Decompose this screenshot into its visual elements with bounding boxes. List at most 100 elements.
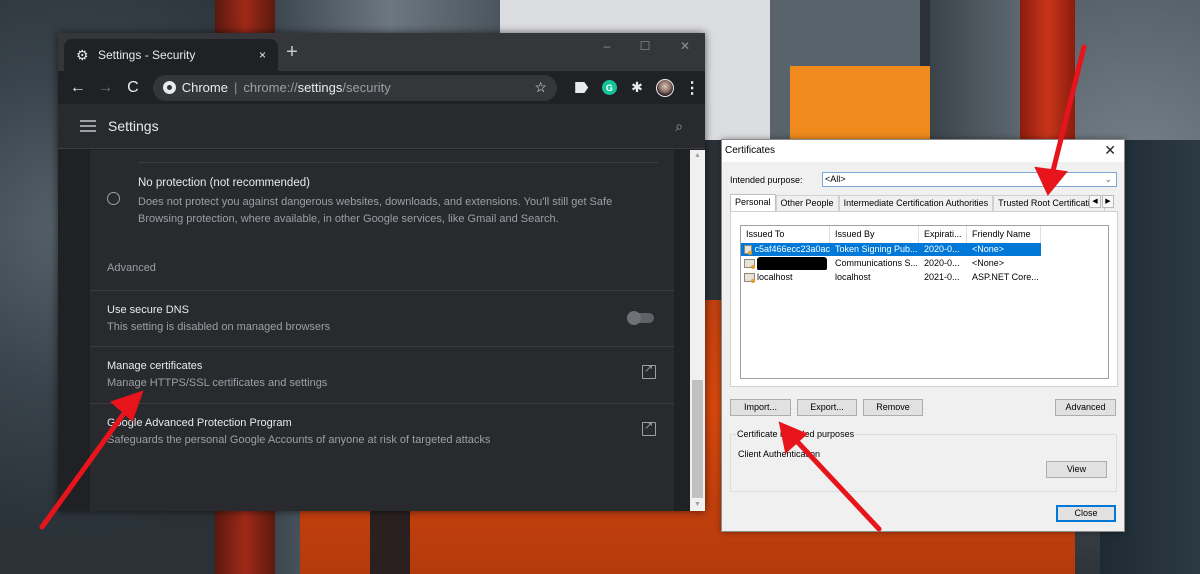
tab-intermediate-ca[interactable]: Intermediate Certification Authorities — [838, 195, 994, 211]
tab-scroll-right-icon[interactable]: ▶ — [1102, 195, 1114, 208]
settings-header: Settings ⌕ — [58, 104, 705, 149]
intended-purposes-value: Client Authentication — [738, 449, 821, 459]
dialog-title: Certificates — [725, 145, 776, 156]
expiration: 2020-0... — [924, 244, 960, 254]
issued-to: localhost — [757, 272, 793, 282]
tab-title: Settings - Security — [98, 48, 196, 62]
search-icon[interactable]: ⌕ — [675, 118, 683, 135]
tab-settings-security[interactable]: ⚙ Settings - Security × — [64, 39, 278, 71]
row-subtitle: Safeguards the personal Google Accounts … — [107, 434, 491, 446]
advanced-button[interactable]: Advanced — [1055, 399, 1116, 416]
secure-dns-toggle[interactable] — [627, 311, 654, 325]
row-subtitle: Manage HTTPS/SSL certificates and settin… — [107, 377, 328, 389]
certificate-icon — [744, 273, 755, 283]
redacted-block — [757, 257, 827, 270]
open-in-new-icon[interactable] — [642, 362, 656, 379]
column-friendly-name[interactable]: Friendly Name — [967, 226, 1041, 243]
certificate-icon — [744, 245, 753, 255]
tab-other-people[interactable]: Other People — [775, 195, 839, 211]
bookmark-star-icon[interactable]: ☆ — [534, 79, 547, 96]
settings-content: No protection (not recommended) Does not… — [58, 150, 705, 511]
expiration: 2020-0... — [924, 258, 960, 268]
friendly-name: ASP.NET Core... — [972, 272, 1039, 282]
issued-by: Token Signing Pub... — [835, 244, 918, 254]
profile-button[interactable] — [652, 75, 678, 101]
row-title: Manage certificates — [107, 360, 203, 372]
security-card: No protection (not recommended) Does not… — [90, 150, 674, 511]
gear-icon: ⚙ — [76, 47, 89, 63]
setting-secure-dns: Use secure DNS This setting is disabled … — [90, 290, 674, 346]
group-label: Certificate intended purposes — [736, 429, 856, 439]
url-host: settings — [297, 80, 343, 95]
chrome-titlebar[interactable]: ⚙ Settings - Security × + – ☐ ✕ — [58, 33, 705, 71]
tab-close-icon[interactable]: × — [259, 48, 266, 62]
export-button[interactable]: Export... — [797, 399, 857, 416]
hamburger-menu-icon[interactable] — [80, 120, 96, 132]
remove-button[interactable]: Remove — [863, 399, 923, 416]
list-item[interactable]: Communications S... 2020-0... <None> — [741, 257, 1041, 270]
close-button[interactable]: Close — [1056, 505, 1116, 522]
wallpaper-dark-steel — [930, 0, 1020, 140]
back-arrow-icon[interactable]: ← — [64, 74, 92, 102]
url-path: /security — [342, 80, 391, 95]
page-title: Settings — [108, 118, 159, 134]
expiration: 2021-0... — [924, 272, 960, 282]
page-scrollbar[interactable]: ▲ ▼ — [690, 150, 705, 511]
reload-icon[interactable]: C — [119, 74, 147, 102]
radio-button[interactable] — [107, 192, 120, 205]
view-button[interactable]: View — [1046, 461, 1107, 478]
chrome-site-icon — [162, 81, 176, 94]
row-subtitle: This setting is disabled on managed brow… — [107, 321, 331, 333]
chrome-toolbar: ← → C Chrome | chrome://settings/securit… — [58, 71, 705, 104]
scroll-down-arrow-icon[interactable]: ▼ — [690, 499, 705, 511]
tag-icon — [575, 82, 589, 93]
wallpaper-orange-panel — [790, 66, 930, 140]
column-expiration[interactable]: Expirati... — [919, 226, 967, 243]
column-issued-by[interactable]: Issued By — [830, 226, 919, 243]
setting-advanced-protection[interactable]: Google Advanced Protection Program Safeg… — [90, 403, 674, 459]
radio-title: No protection (not recommended) — [138, 177, 310, 189]
issued-by: Communications S... — [835, 258, 919, 268]
import-button[interactable]: Import... — [730, 399, 791, 416]
row-title: Use secure DNS — [107, 304, 189, 316]
certificate-icon — [744, 259, 755, 269]
friendly-name: <None> — [972, 258, 1005, 268]
site-name: Chrome — [181, 80, 228, 95]
extension-tag-button[interactable] — [569, 75, 595, 101]
open-in-new-icon[interactable] — [642, 419, 656, 436]
section-advanced-label: Advanced — [107, 262, 156, 274]
intended-purpose-select[interactable]: <All> ⌄ — [822, 172, 1117, 187]
url-prefix: chrome:// — [243, 80, 298, 95]
chrome-menu-button[interactable]: ⋮ — [679, 75, 705, 101]
certificate-list[interactable]: Issued To Issued By Expirati... Friendly… — [740, 225, 1109, 379]
setting-manage-certificates[interactable]: Manage certificates Manage HTTPS/SSL cer… — [90, 346, 674, 402]
list-header: Issued To Issued By Expirati... Friendly… — [741, 226, 1041, 243]
issued-to: c5af466ecc23a0ac — [754, 244, 830, 254]
scrollbar-thumb[interactable] — [692, 380, 703, 498]
extension-grammarly-button[interactable]: G — [597, 75, 623, 101]
extensions-button[interactable]: ✱ — [624, 75, 650, 101]
issued-by: localhost — [835, 272, 871, 282]
wallpaper-red-door — [1020, 0, 1075, 140]
maximize-button[interactable]: ☐ — [630, 39, 660, 53]
minimize-button[interactable]: – — [592, 39, 622, 53]
list-item[interactable]: c5af466ecc23a0ac Token Signing Pub... 20… — [741, 243, 1041, 256]
omnibox-separator: | — [233, 80, 238, 95]
dialog-titlebar[interactable]: Certificates ✕ — [722, 140, 1124, 162]
dialog-close-icon[interactable]: ✕ — [1104, 142, 1116, 159]
new-tab-button[interactable]: + — [282, 42, 302, 62]
forward-arrow-icon[interactable]: → — [92, 74, 120, 102]
puzzle-icon: ✱ — [631, 79, 643, 95]
scroll-up-arrow-icon[interactable]: ▲ — [690, 150, 705, 162]
personal-tab-page: Issued To Issued By Expirati... Friendly… — [730, 211, 1118, 387]
column-issued-to[interactable]: Issued To — [741, 226, 830, 243]
intended-purpose-value: <All> — [825, 174, 846, 184]
window-close-button[interactable]: ✕ — [670, 39, 700, 53]
grammarly-icon: G — [601, 80, 617, 95]
chrome-window: ⚙ Settings - Security × + – ☐ ✕ ← → C Ch… — [58, 33, 705, 511]
list-item[interactable]: localhost localhost 2021-0... ASP.NET Co… — [741, 271, 1041, 284]
tab-personal[interactable]: Personal — [730, 194, 776, 211]
tab-scroll-left-icon[interactable]: ◀ — [1089, 195, 1101, 208]
divider — [138, 162, 658, 163]
address-bar[interactable]: Chrome | chrome://settings/security ☆ — [152, 74, 557, 101]
